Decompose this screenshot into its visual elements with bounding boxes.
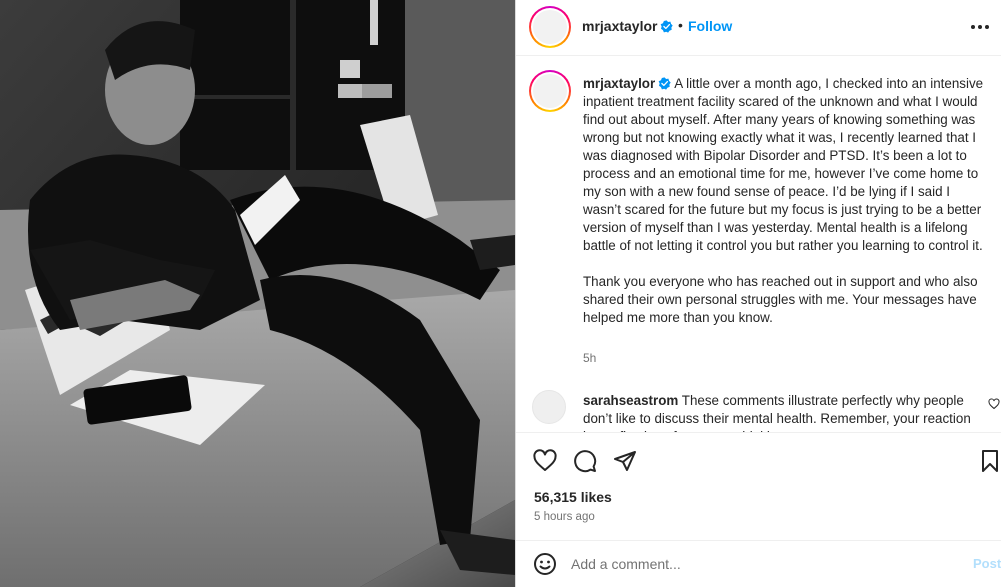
commenter-avatar[interactable] [532,390,566,424]
comment-icon[interactable] [573,449,597,473]
caption-username[interactable]: mrjaxtaylor [583,76,655,91]
author-username[interactable]: mrjaxtaylor [582,18,674,34]
author-username-text[interactable]: mrjaxtaylor [582,18,657,34]
post-panel: mrjaxtaylor • Follow mrjaxtaylor A littl… [515,0,1001,587]
more-options-icon[interactable] [966,13,994,41]
comment-item: sarahseastrom These comments illustrate … [516,387,1001,432]
comment-text-block: sarahseastrom These comments illustrate … [583,392,983,432]
share-icon[interactable] [613,449,637,473]
heart-icon[interactable] [533,449,557,473]
comments-scroll-area[interactable]: mrjaxtaylor A little over a month ago, I… [516,57,1001,432]
comment-input[interactable] [571,553,951,575]
caption-timestamp[interactable]: 5h [583,351,596,365]
caption-verified-badge-icon [658,77,671,90]
action-bar [516,432,1001,487]
post-caption: mrjaxtaylor A little over a month ago, I… [583,75,988,327]
post-header: mrjaxtaylor • Follow [516,0,1001,56]
follow-button[interactable]: Follow [688,18,732,34]
commenter-username[interactable]: sarahseastrom [583,393,678,408]
post-photo[interactable] [0,0,515,587]
caption-paragraph-2: Thank you everyone who has reached out i… [583,274,982,325]
small-heart-icon[interactable] [988,398,1000,410]
post-time-ago[interactable]: 5 hours ago [534,511,595,523]
likes-count[interactable]: 56,315 likes [534,489,612,505]
verified-badge-icon [661,20,674,33]
comment-composer: Post [516,540,1001,587]
emoji-icon[interactable] [533,552,557,576]
header-separator: • [678,17,683,33]
bookmark-icon[interactable] [978,449,1001,473]
post-comment-button[interactable]: Post [973,556,1001,571]
caption-paragraph-1: A little over a month ago, I checked int… [583,76,987,253]
caption-author-avatar[interactable] [529,70,571,112]
author-avatar[interactable] [529,6,571,48]
post-photo-illustration [0,0,515,587]
